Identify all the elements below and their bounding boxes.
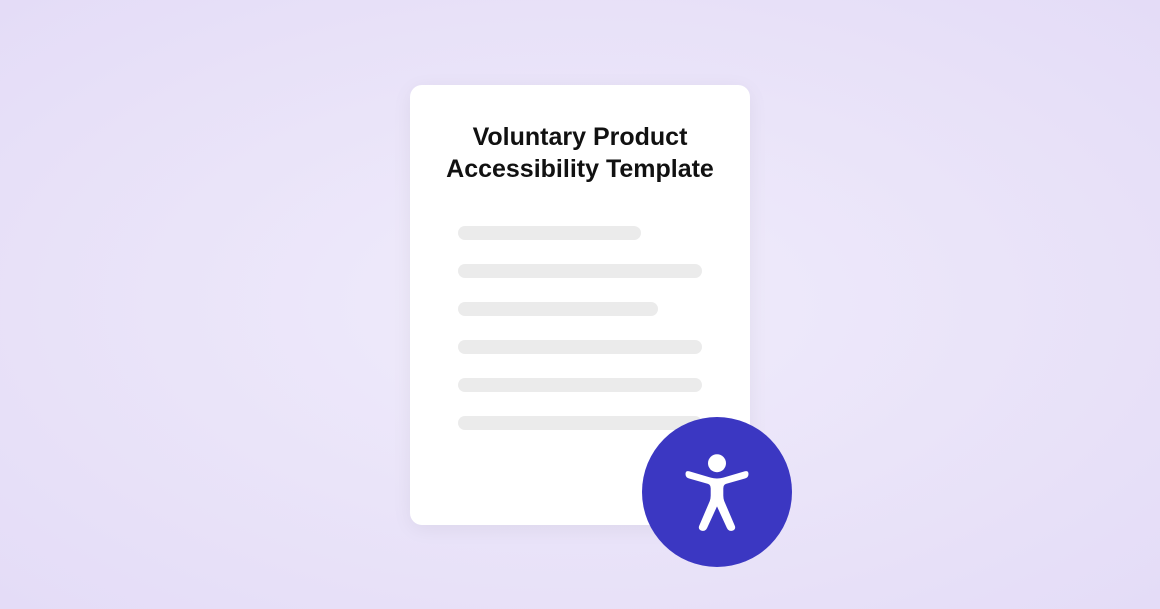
placeholder-text-lines bbox=[434, 226, 726, 430]
placeholder-line bbox=[458, 302, 658, 316]
placeholder-line bbox=[458, 264, 702, 278]
placeholder-line bbox=[458, 340, 702, 354]
document-card: Voluntary Product Accessibility Template bbox=[410, 85, 750, 525]
placeholder-line bbox=[458, 378, 702, 392]
placeholder-line bbox=[458, 226, 641, 240]
placeholder-line bbox=[458, 416, 702, 430]
accessibility-icon bbox=[672, 447, 762, 537]
document-title: Voluntary Product Accessibility Template bbox=[434, 121, 726, 186]
accessibility-badge bbox=[642, 417, 792, 567]
